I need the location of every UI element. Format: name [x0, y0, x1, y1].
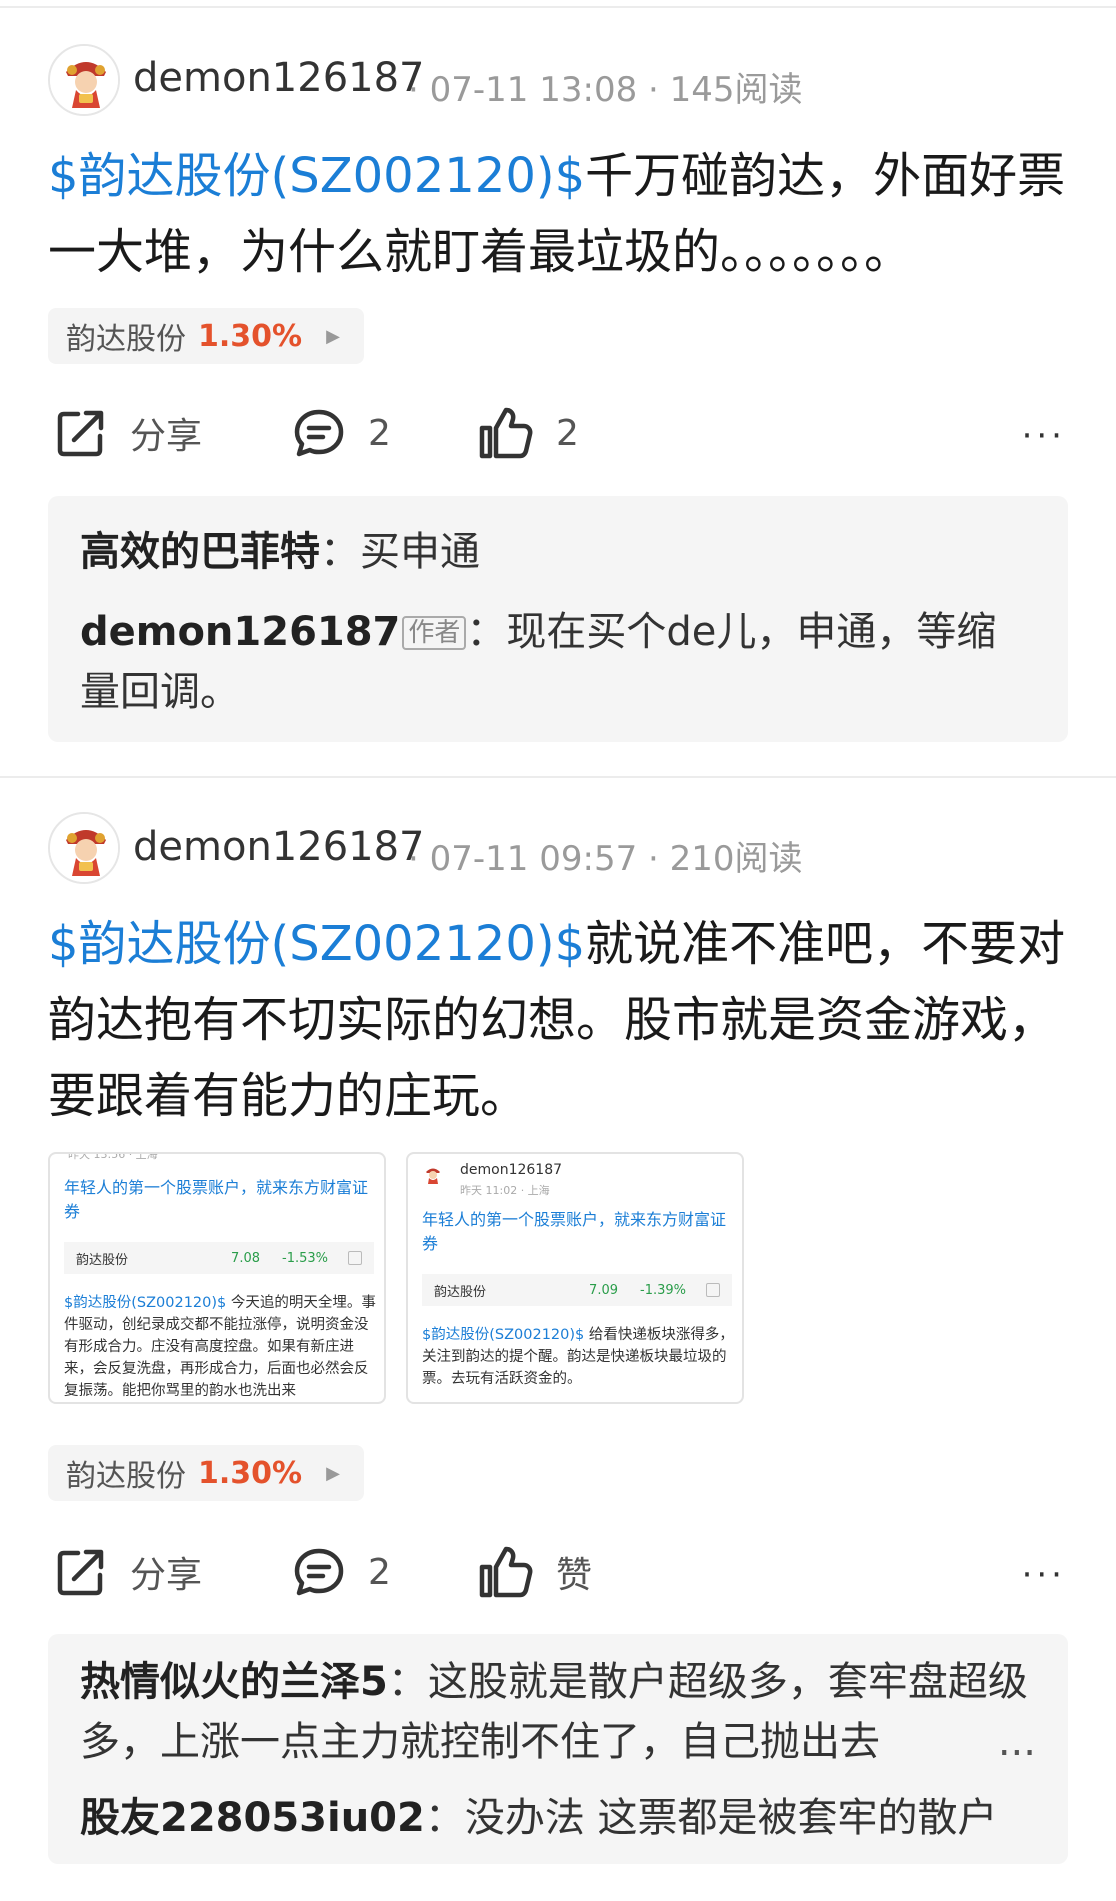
post-image[interactable]: 昨天 13:56 · 上海 年轻人的第一个股票账户，就来东方财富证券 韵达股份 … — [48, 1152, 386, 1404]
comment-item[interactable]: 热情似火的兰泽5：这股就是散户超级多，套牢盘超级多，上涨一点主力就控制不住了，自… — [80, 1652, 1036, 1772]
post-meta: · 07-11 09:57 · 210阅读 — [408, 839, 803, 879]
action-bar: 分享 2 2 ··· — [0, 398, 1116, 468]
comment-button[interactable]: 2 — [292, 1537, 391, 1607]
image-stock-row: 韵达股份 7.09 -1.39% — [422, 1274, 732, 1306]
comment-button[interactable]: 2 — [292, 398, 391, 468]
caishen-avatar-icon — [50, 46, 118, 114]
image-stock-price: 7.08 — [231, 1250, 260, 1266]
caishen-avatar-icon — [426, 1168, 440, 1184]
avatar[interactable] — [48, 812, 120, 884]
share-button[interactable]: 分享 — [54, 398, 202, 468]
stock-chip-change: 1.30% — [198, 1455, 303, 1491]
comment-count: 2 — [368, 1551, 391, 1593]
image-stock-row: 韵达股份 7.08 -1.53% — [64, 1242, 374, 1274]
caishen-avatar-icon — [50, 814, 118, 882]
comment-item[interactable]: demon126187 作者 ：现在买个de儿，申通，等缩量回调。 — [80, 602, 1036, 722]
comments-preview[interactable]: 高效的巴菲特：买申通 demon126187 作者 ：现在买个de儿，申通，等缩量回… — [48, 496, 1068, 742]
post-card[interactable]: demon126187 · 07-11 13:08 · 145阅读 $韵达股份(… — [0, 0, 1116, 770]
like-button[interactable]: 2 — [478, 398, 579, 468]
image-ad-text: 年轻人的第一个股票账户，就来东方财富证券 — [64, 1178, 369, 1221]
post-body: $韵达股份(SZ002120)$千万碰韵达，外面好票一大堆，为什么就盯着最垃圾的… — [48, 138, 1078, 290]
image-stock-price: 7.09 — [589, 1282, 618, 1298]
share-icon — [57, 410, 104, 457]
image-body-text: $韵达股份(SZ002120)$ 今天追的明天全埋。事件驱动，创纪录成交都不能拉… — [64, 1292, 380, 1402]
image-time: 昨天 11:02 · 上海 — [460, 1184, 550, 1197]
stock-chip-change: 1.30% — [198, 318, 303, 354]
comment-icon — [294, 409, 344, 457]
more-options-icon[interactable]: ··· — [1022, 416, 1066, 456]
stock-tag-link[interactable]: $韵达股份(SZ002120)$ — [48, 916, 585, 972]
stock-chip[interactable]: 韵达股份 1.30% ▶ — [48, 308, 364, 364]
share-icon — [57, 1549, 104, 1596]
username[interactable]: demon126187 — [133, 55, 424, 101]
image-stock-change: -1.53% — [282, 1250, 328, 1266]
stock-chip-name: 韵达股份 — [66, 322, 186, 357]
comment-author[interactable]: 股友228053iu02 — [80, 1795, 425, 1841]
username[interactable]: demon126187 — [133, 824, 424, 870]
author-badge: 作者 — [402, 616, 467, 650]
share-label: 分享 — [130, 1555, 203, 1596]
play-arrow-icon: ▶ — [326, 1462, 340, 1484]
more-options-icon[interactable]: ··· — [1022, 1555, 1066, 1595]
action-bar: 分享 2 赞 ··· — [0, 1537, 1116, 1607]
comment-author[interactable]: 高效的巴菲特 — [80, 529, 320, 575]
image-stock-change: -1.39% — [640, 1282, 686, 1298]
post-meta: · 07-11 13:08 · 145阅读 — [408, 70, 803, 110]
avatar[interactable] — [48, 44, 120, 116]
play-arrow-icon: ▶ — [326, 325, 340, 347]
post-body: $韵达股份(SZ002120)$就说准不准吧，不要对韵达抱有不切实际的幻想。股市… — [48, 906, 1078, 1134]
comment-separator: ： — [466, 609, 507, 655]
comment-count: 2 — [368, 412, 391, 454]
thumbs-up-icon — [479, 407, 533, 459]
thumbs-up-icon — [479, 1546, 533, 1598]
like-button[interactable]: 赞 — [478, 1537, 592, 1607]
comment-author[interactable]: 热情似火的兰泽5 — [80, 1659, 388, 1705]
image-ad-text: 年轻人的第一个股票账户，就来东方财富证券 — [422, 1210, 727, 1253]
stock-chip[interactable]: 韵达股份 1.30% ▶ — [48, 1445, 364, 1501]
share-label: 分享 — [130, 416, 203, 457]
comment-text: 买申通 — [360, 529, 480, 575]
image-stock-tag: $韵达股份(SZ002120)$ — [64, 1295, 227, 1311]
image-time: 昨天 13:56 · 上海 — [68, 1152, 158, 1161]
post-card[interactable]: demon126187 · 07-11 09:57 · 210阅读 $韵达股份(… — [0, 770, 1116, 1901]
image-stock-name: 韵达股份 — [434, 1284, 487, 1300]
comment-separator: ： — [424, 1795, 465, 1841]
comment-separator: ： — [387, 1659, 428, 1705]
post-image[interactable]: demon126187 昨天 11:02 · 上海 年轻人的第一个股票账户，就来… — [406, 1152, 744, 1404]
checkbox-icon — [706, 1283, 720, 1297]
comment-separator: ： — [320, 529, 360, 575]
comment-item[interactable]: 股友228053iu02：没办法 这票都是被套牢的散户 — [80, 1788, 1036, 1848]
checkbox-icon — [348, 1251, 362, 1265]
comment-icon — [294, 1548, 344, 1596]
comment-text: 没办法 这票都是被套牢的散户 — [464, 1795, 998, 1841]
image-body-text: $韵达股份(SZ002120)$ 给看快递板块涨得多，关注到韵达的提个醒。韵达是… — [422, 1324, 738, 1390]
image-stock-tag: $韵达股份(SZ002120)$ — [422, 1327, 585, 1343]
comment-ellipsis: ... — [997, 1719, 1036, 1765]
like-count: 2 — [556, 412, 579, 454]
stock-tag-link[interactable]: $韵达股份(SZ002120)$ — [48, 148, 585, 204]
image-stock-name: 韵达股份 — [76, 1252, 129, 1268]
share-button[interactable]: 分享 — [54, 1537, 202, 1607]
comment-item[interactable]: 高效的巴菲特：买申通 — [80, 522, 1036, 582]
comments-preview[interactable]: 热情似火的兰泽5：这股就是散户超级多，套牢盘超级多，上涨一点主力就控制不住了，自… — [48, 1634, 1068, 1864]
stock-chip-name: 韵达股份 — [66, 1459, 186, 1494]
image-username: demon126187 — [460, 1162, 563, 1178]
like-label: 赞 — [556, 1555, 593, 1596]
comment-author[interactable]: demon126187 — [80, 609, 400, 655]
